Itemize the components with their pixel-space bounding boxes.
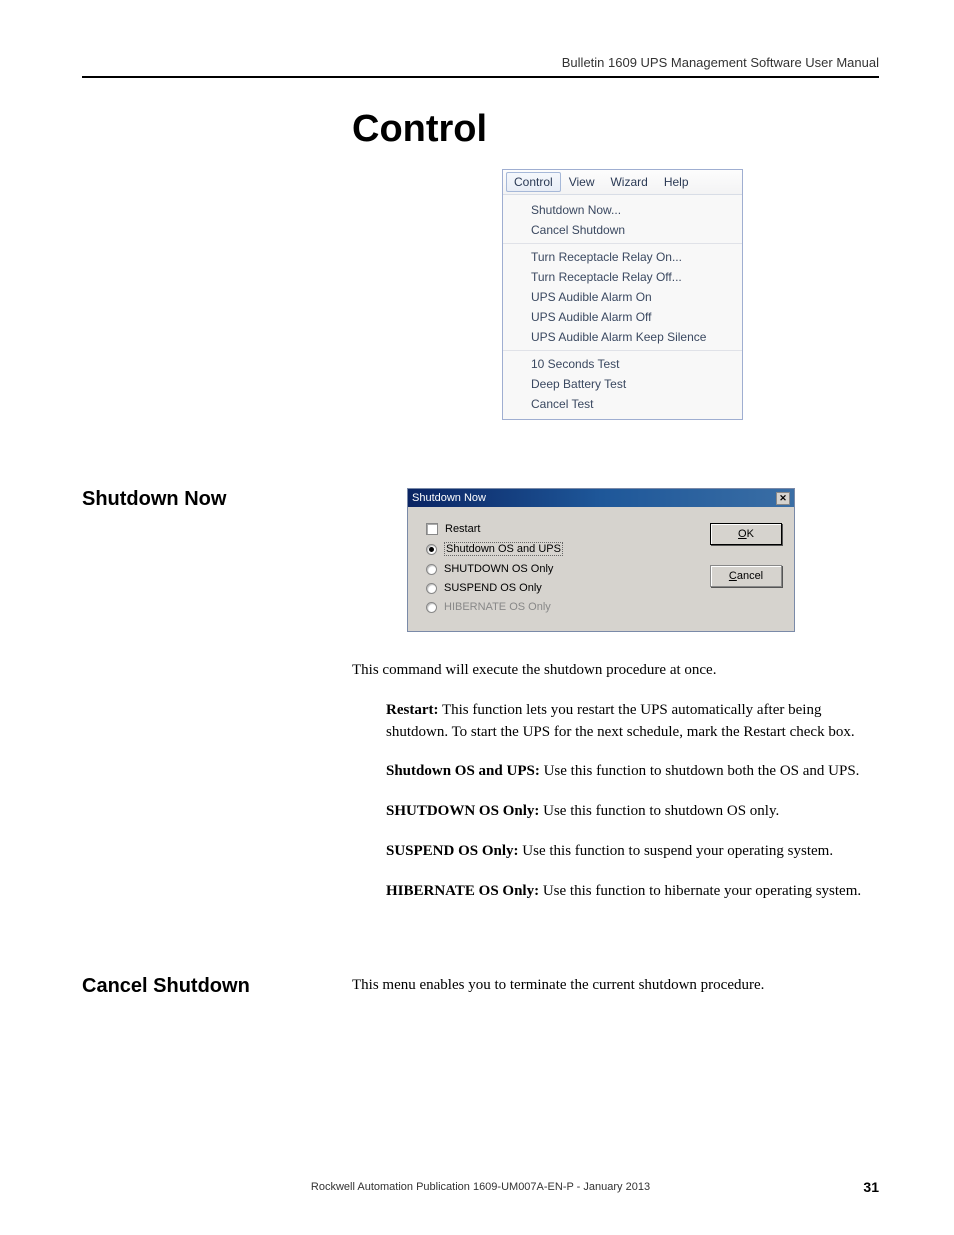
page-title: Control bbox=[352, 108, 879, 151]
header-rule bbox=[82, 76, 879, 78]
menu-bar-item-wizard[interactable]: Wizard bbox=[602, 172, 655, 192]
dialog-titlebar: Shutdown Now ✕ bbox=[408, 489, 794, 507]
radio-label: Shutdown OS and UPS bbox=[444, 542, 563, 556]
menu-bar: Control View Wizard Help bbox=[503, 170, 742, 195]
definitions-list: Restart: This function lets you restart … bbox=[352, 700, 869, 903]
menu-item-10sec-test[interactable]: 10 Seconds Test bbox=[503, 354, 742, 374]
def-restart: Restart: This function lets you restart … bbox=[386, 700, 869, 744]
section-heading-shutdown-now: Shutdown Now bbox=[82, 488, 352, 511]
menu-item-alarm-off[interactable]: UPS Audible Alarm Off bbox=[503, 307, 742, 327]
def-shutdown-os-ups: Shutdown OS and UPS: Use this function t… bbox=[386, 761, 869, 783]
radio-hibernate-os-only: HIBERNATE OS Only bbox=[426, 601, 563, 613]
menu-item-deep-battery-test[interactable]: Deep Battery Test bbox=[503, 374, 742, 394]
menu-bar-item-view[interactable]: View bbox=[561, 172, 603, 192]
menu-item-cancel-test[interactable]: Cancel Test bbox=[503, 394, 742, 414]
page-footer: Rockwell Automation Publication 1609-UM0… bbox=[82, 1179, 879, 1195]
radio-shutdown-os-ups[interactable]: Shutdown OS and UPS bbox=[426, 542, 563, 556]
radio-label: SUSPEND OS Only bbox=[444, 582, 542, 594]
document-header: Bulletin 1609 UPS Management Software Us… bbox=[82, 55, 879, 70]
def-suspend-os-only: SUSPEND OS Only: Use this function to su… bbox=[386, 841, 869, 863]
menu-item-cancel-shutdown[interactable]: Cancel Shutdown bbox=[503, 220, 742, 240]
radio-shutdown-os-only[interactable]: SHUTDOWN OS Only bbox=[426, 563, 563, 575]
restart-checkbox-row[interactable]: Restart bbox=[426, 523, 563, 535]
ok-button[interactable]: OK bbox=[710, 523, 782, 545]
menu-bar-item-control[interactable]: Control bbox=[506, 172, 561, 192]
radio-icon[interactable] bbox=[426, 544, 437, 555]
restart-label: Restart bbox=[445, 523, 480, 535]
menu-item-relay-on[interactable]: Turn Receptacle Relay On... bbox=[503, 247, 742, 267]
radio-label: HIBERNATE OS Only bbox=[444, 601, 551, 613]
menu-item-relay-off[interactable]: Turn Receptacle Relay Off... bbox=[503, 267, 742, 287]
radio-icon[interactable] bbox=[426, 583, 437, 594]
restart-checkbox[interactable] bbox=[426, 523, 438, 535]
footer-page-number: 31 bbox=[863, 1179, 879, 1195]
section-intro: This command will execute the shutdown p… bbox=[352, 660, 869, 682]
radio-suspend-os-only[interactable]: SUSPEND OS Only bbox=[426, 582, 563, 594]
menu-dropdown: Shutdown Now... Cancel Shutdown Turn Rec… bbox=[503, 195, 742, 419]
cancel-button[interactable]: Cancel bbox=[710, 565, 782, 587]
footer-publication: Rockwell Automation Publication 1609-UM0… bbox=[311, 1181, 650, 1193]
section-heading-cancel-shutdown: Cancel Shutdown bbox=[82, 975, 352, 998]
menu-item-alarm-silence[interactable]: UPS Audible Alarm Keep Silence bbox=[503, 327, 742, 347]
menu-bar-item-help[interactable]: Help bbox=[656, 172, 697, 192]
menu-item-shutdown-now[interactable]: Shutdown Now... bbox=[503, 200, 742, 220]
cancel-shutdown-text: This menu enables you to terminate the c… bbox=[352, 975, 869, 997]
control-menu-screenshot: Control View Wizard Help Shutdown Now...… bbox=[502, 169, 743, 420]
dialog-title: Shutdown Now bbox=[412, 492, 486, 504]
menu-item-alarm-on[interactable]: UPS Audible Alarm On bbox=[503, 287, 742, 307]
radio-icon bbox=[426, 602, 437, 613]
radio-label: SHUTDOWN OS Only bbox=[444, 563, 553, 575]
radio-icon[interactable] bbox=[426, 564, 437, 575]
def-hibernate-os-only: HIBERNATE OS Only: Use this function to … bbox=[386, 881, 869, 903]
shutdown-now-dialog: Shutdown Now ✕ Restart Shutdown OS and U… bbox=[407, 488, 795, 632]
def-shutdown-os-only: SHUTDOWN OS Only: Use this function to s… bbox=[386, 801, 869, 823]
close-icon[interactable]: ✕ bbox=[776, 492, 790, 505]
